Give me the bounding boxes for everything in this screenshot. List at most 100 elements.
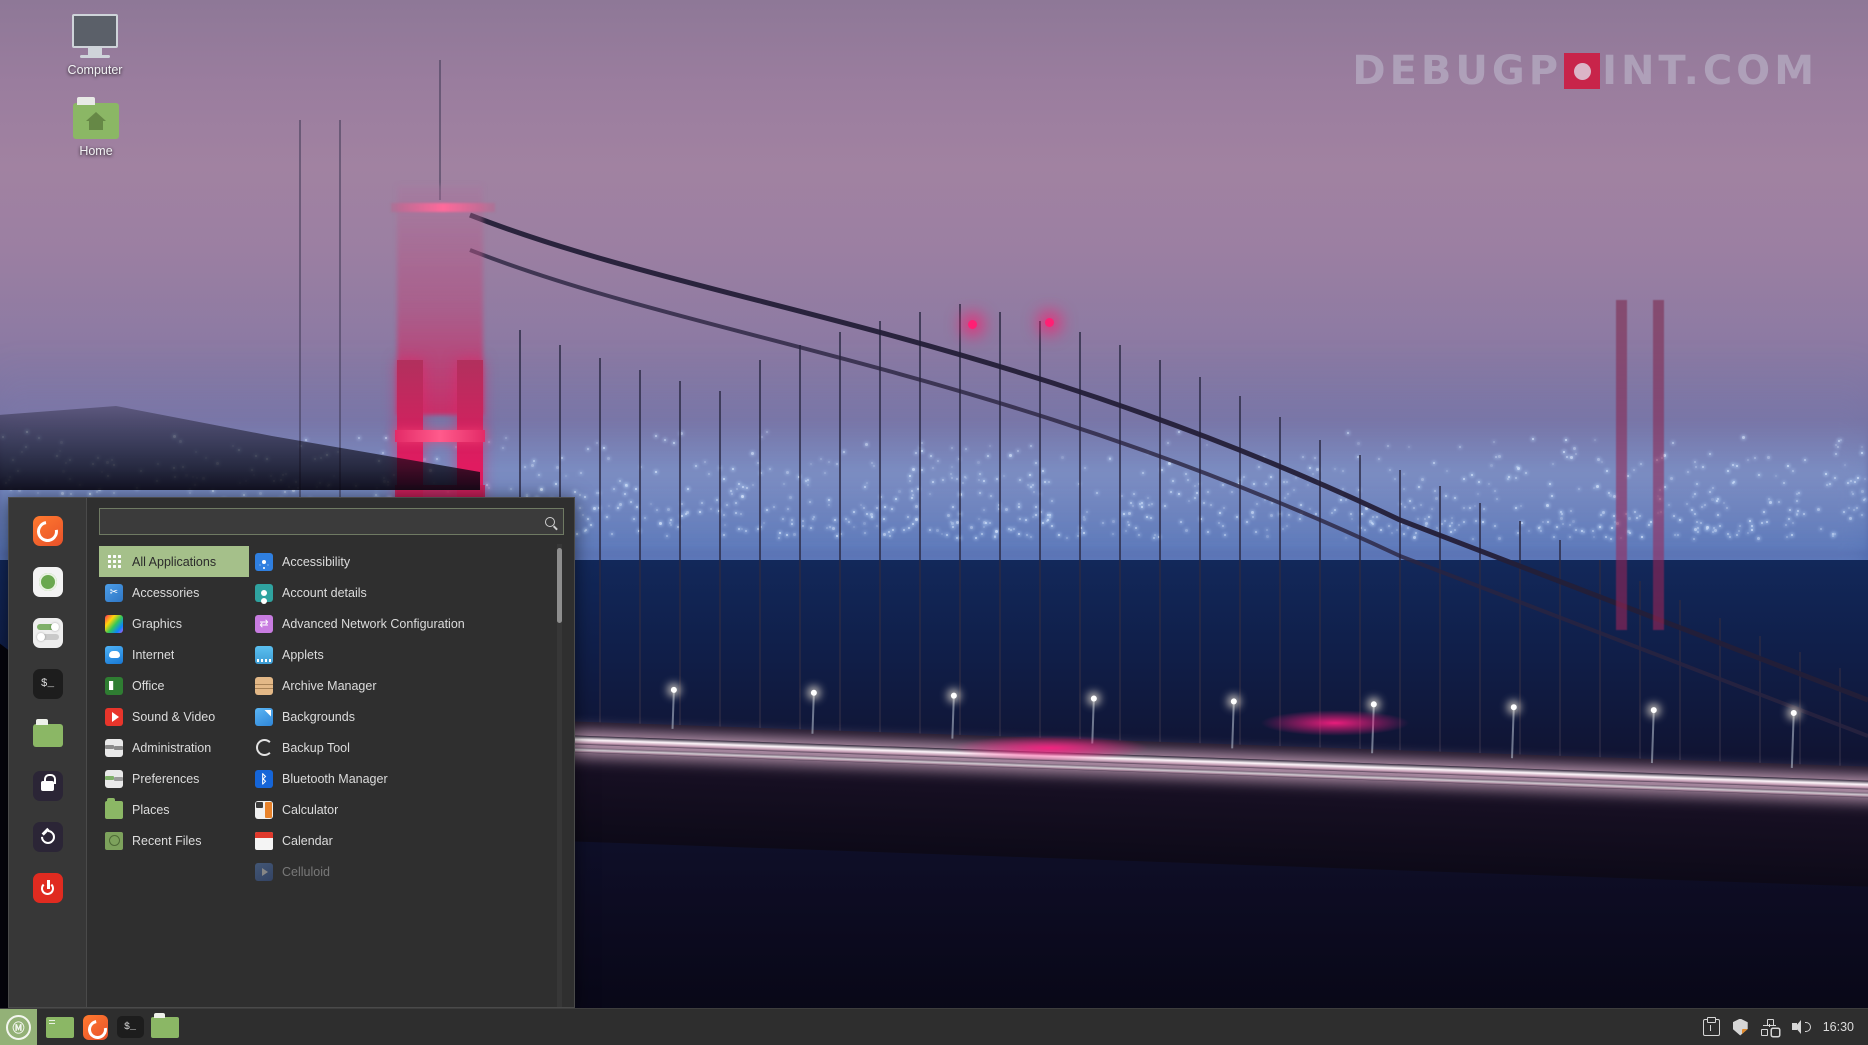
taskbar-item-files[interactable] bbox=[150, 1013, 180, 1041]
sidebar-button-system-settings[interactable] bbox=[33, 618, 63, 648]
shield-update-icon[interactable] bbox=[1733, 1019, 1748, 1036]
bridge-far-tower bbox=[1612, 300, 1668, 630]
cable-aviation-light-2 bbox=[1045, 318, 1054, 327]
application-label: Calendar bbox=[282, 834, 333, 848]
menu-search-box[interactable] bbox=[99, 508, 564, 535]
desktop-icon-label: Home bbox=[41, 144, 151, 158]
sidebar-button-log-out[interactable] bbox=[33, 822, 63, 852]
volume-icon[interactable] bbox=[1791, 1019, 1808, 1036]
recent-files-icon bbox=[105, 832, 123, 850]
site-watermark: DEBUGP INT.COM bbox=[1352, 48, 1818, 94]
sidebar-button-software-manager[interactable] bbox=[33, 567, 63, 597]
sidebar-button-terminal[interactable]: $_ bbox=[33, 669, 63, 699]
application-item[interactable]: Advanced Network Configuration bbox=[249, 608, 564, 639]
system-tray: 16:30 bbox=[1703, 1019, 1868, 1036]
watermark-prefix: DEBUGP bbox=[1352, 48, 1562, 94]
menu-columns: All Applications Accessories Graphics Inter… bbox=[99, 544, 564, 1007]
calendar-icon bbox=[255, 832, 273, 850]
category-label: All Applications bbox=[132, 555, 216, 569]
application-label: Backup Tool bbox=[282, 741, 350, 755]
taskbar-item-terminal[interactable]: $_ bbox=[115, 1013, 145, 1041]
advanced-network-icon bbox=[255, 615, 273, 633]
backup-tool-icon bbox=[255, 739, 273, 757]
celluloid-icon bbox=[255, 863, 273, 881]
category-item[interactable]: Graphics bbox=[99, 608, 249, 639]
desktop-icon-home[interactable]: Home bbox=[41, 103, 151, 158]
category-label: Sound & Video bbox=[132, 710, 215, 724]
search-icon bbox=[545, 517, 555, 527]
category-item[interactable]: Accessories bbox=[99, 577, 249, 608]
menu-sidebar: $_ bbox=[9, 498, 87, 1007]
category-item[interactable]: Sound & Video bbox=[99, 701, 249, 732]
grid-icon bbox=[105, 553, 123, 571]
category-label: Administration bbox=[132, 741, 211, 755]
sidebar-button-firefox[interactable] bbox=[33, 516, 63, 546]
application-menu: $_ All Applications Accessories Graphics In… bbox=[8, 497, 575, 1008]
application-label: Celluloid bbox=[282, 865, 330, 879]
graphics-icon bbox=[105, 615, 123, 633]
applets-icon bbox=[255, 646, 273, 664]
application-item[interactable]: Calculator bbox=[249, 794, 564, 825]
sidebar-button-quit[interactable] bbox=[33, 873, 63, 903]
accessories-icon bbox=[105, 584, 123, 602]
category-item[interactable]: Preferences bbox=[99, 763, 249, 794]
calculator-icon bbox=[255, 801, 273, 819]
bluetooth-icon bbox=[255, 770, 273, 788]
application-item[interactable]: Bluetooth Manager bbox=[249, 763, 564, 794]
application-item[interactable]: Archive Manager bbox=[249, 670, 564, 701]
category-item[interactable]: Recent Files bbox=[99, 825, 249, 856]
desktop-icon-label: Computer bbox=[40, 63, 150, 77]
category-label: Accessories bbox=[132, 586, 199, 600]
taskbar-panel: Ⓜ $_ 16:30 bbox=[0, 1008, 1868, 1045]
application-item[interactable]: Backup Tool bbox=[249, 732, 564, 763]
bridge-pier-glow bbox=[950, 735, 1150, 761]
category-label: Places bbox=[132, 803, 170, 817]
taskbar-item-firefox[interactable] bbox=[80, 1013, 110, 1041]
category-item[interactable]: All Applications bbox=[99, 546, 249, 577]
taskbar-item-show-desktop[interactable] bbox=[45, 1013, 75, 1041]
backgrounds-icon bbox=[255, 708, 273, 726]
menu-main: All Applications Accessories Graphics Inter… bbox=[87, 498, 574, 1007]
category-item[interactable]: Administration bbox=[99, 732, 249, 763]
desktop-screen: DEBUGP INT.COM Computer Home $_ bbox=[0, 0, 1868, 1045]
application-item[interactable]: Backgrounds bbox=[249, 701, 564, 732]
menu-button[interactable]: Ⓜ bbox=[0, 1009, 37, 1045]
application-label: Account details bbox=[282, 586, 367, 600]
category-item[interactable]: Office bbox=[99, 670, 249, 701]
app-list-scrollbar[interactable] bbox=[557, 548, 562, 623]
application-label: Archive Manager bbox=[282, 679, 377, 693]
category-label: Graphics bbox=[132, 617, 182, 631]
desktop-icon-computer[interactable]: Computer bbox=[40, 14, 150, 77]
archive-manager-icon bbox=[255, 677, 273, 695]
watermark-dot-logo-icon bbox=[1564, 53, 1600, 89]
linux-mint-logo-icon: Ⓜ bbox=[6, 1015, 31, 1040]
application-label: Accessibility bbox=[282, 555, 350, 569]
sidebar-button-files[interactable] bbox=[33, 720, 63, 750]
preferences-icon bbox=[105, 770, 123, 788]
category-item[interactable]: Internet bbox=[99, 639, 249, 670]
category-item[interactable]: Places bbox=[99, 794, 249, 825]
office-icon bbox=[105, 677, 123, 695]
application-list: Accessibility Account details Advanced Net… bbox=[249, 544, 564, 1007]
places-icon bbox=[105, 801, 123, 819]
computer-monitor-icon bbox=[40, 14, 150, 58]
application-item[interactable]: Celluloid bbox=[249, 856, 564, 887]
application-label: Advanced Network Configuration bbox=[282, 617, 465, 631]
watermark-suffix: INT.COM bbox=[1602, 48, 1818, 94]
application-label: Backgrounds bbox=[282, 710, 355, 724]
application-item[interactable]: Calendar bbox=[249, 825, 564, 856]
search-input[interactable] bbox=[100, 515, 563, 529]
account-details-icon bbox=[255, 584, 273, 602]
application-item[interactable]: Account details bbox=[249, 577, 564, 608]
accessibility-icon bbox=[255, 553, 273, 571]
category-list: All Applications Accessories Graphics Inter… bbox=[99, 544, 249, 1007]
taskbar-clock: 16:30 bbox=[1821, 1020, 1854, 1034]
application-item[interactable]: Accessibility bbox=[249, 546, 564, 577]
sidebar-button-lock-screen[interactable] bbox=[33, 771, 63, 801]
application-item[interactable]: Applets bbox=[249, 639, 564, 670]
category-label: Recent Files bbox=[132, 834, 201, 848]
application-label: Calculator bbox=[282, 803, 338, 817]
category-label: Preferences bbox=[132, 772, 199, 786]
network-icon[interactable] bbox=[1761, 1019, 1778, 1036]
clipboard-icon[interactable] bbox=[1703, 1019, 1720, 1036]
